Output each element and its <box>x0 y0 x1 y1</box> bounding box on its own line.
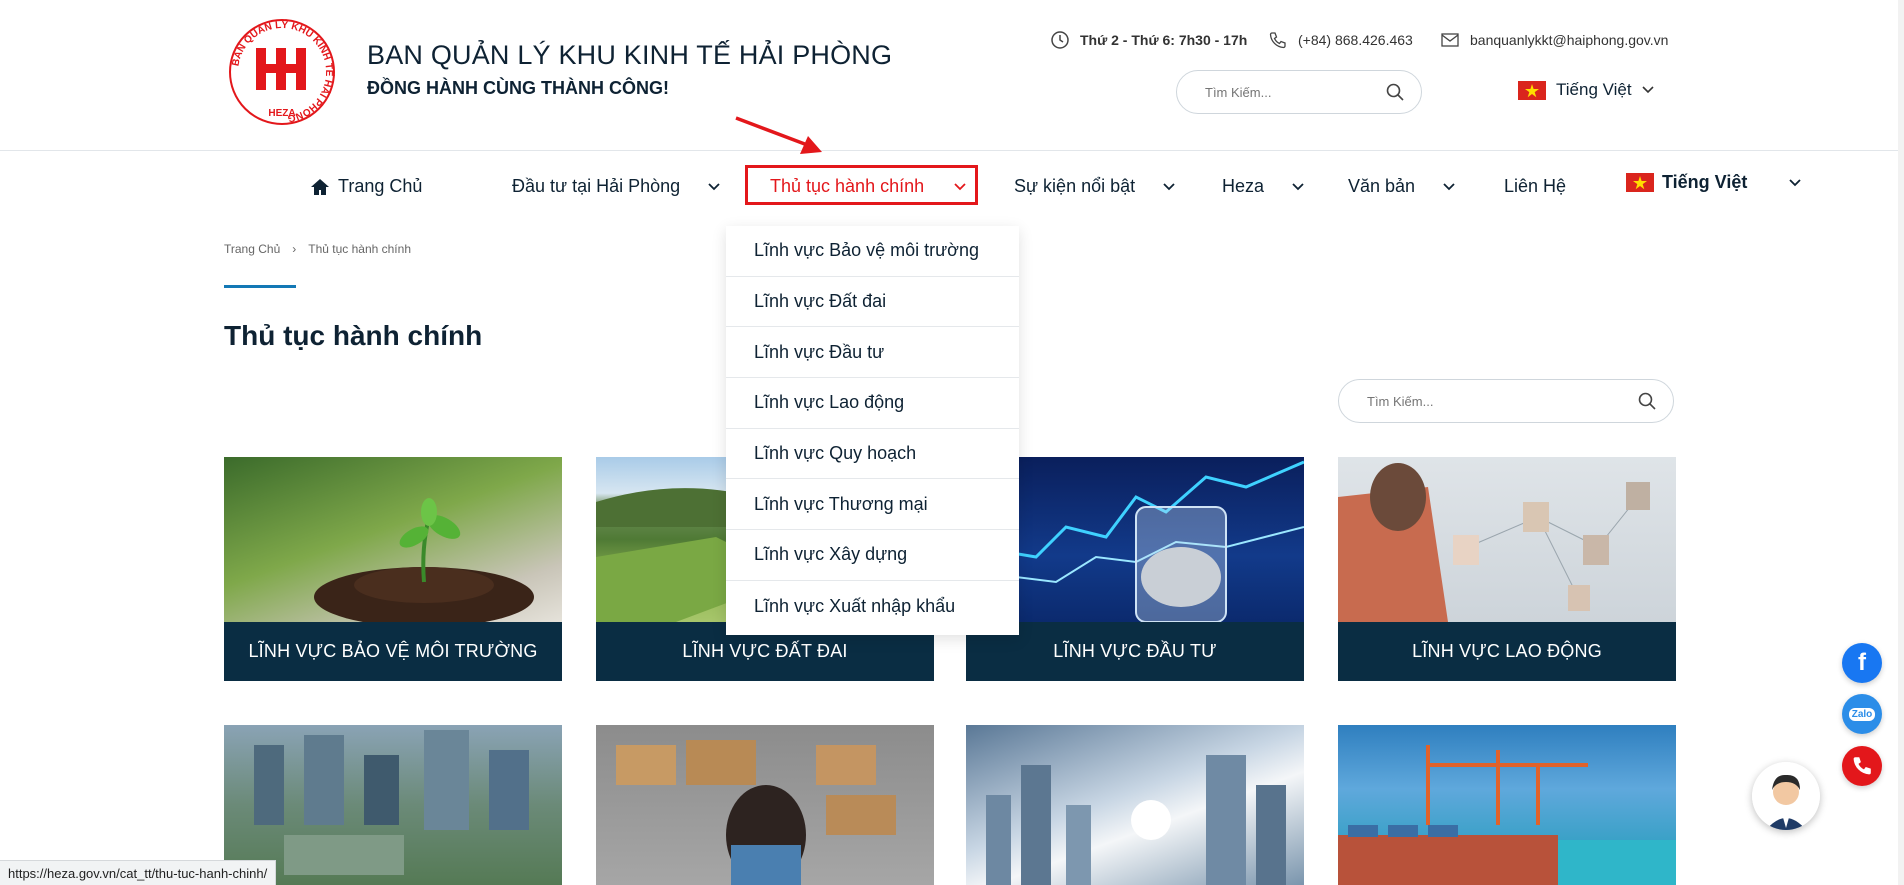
breadcrumb-home[interactable]: Trang Chủ <box>224 242 280 256</box>
zalo-icon: Zalo <box>1848 707 1876 721</box>
nav-procedures-label: Thủ tục hành chính <box>770 176 925 196</box>
nav-invest-label: Đầu tư tại Hải Phòng <box>512 176 681 196</box>
phone-text[interactable]: (+84) 868.426.463 <box>1298 32 1413 48</box>
heza-logo[interactable]: BAN QUẢN LÝ KHU KINH TẾ HẢI PHÒNG HEZA <box>224 14 340 130</box>
annotation-arrow-icon <box>735 116 822 154</box>
site-slogan: ĐỒNG HÀNH CÙNG THÀNH CÔNG! <box>367 78 669 98</box>
phone-icon <box>1269 32 1286 49</box>
card-environment[interactable]: LĨNH VỰC BẢO VỆ MÔI TRƯỜNG <box>224 457 562 681</box>
phone-contact[interactable]: (+84) 868.426.463 <box>1268 30 1413 50</box>
clock-icon <box>1051 31 1069 49</box>
nav-contact-label: Liên Hệ <box>1504 176 1567 196</box>
dropdown-item-commerce[interactable]: Lĩnh vực Thương mại <box>726 479 1019 531</box>
phone-icon <box>1853 757 1871 775</box>
dropdown-item-investment[interactable]: Lĩnh vực Đầu tư <box>726 327 1019 379</box>
card-labor[interactable]: LĨNH VỰC LAO ĐỘNG <box>1338 457 1676 681</box>
chevron-down-icon <box>1292 182 1304 190</box>
card-image-people-network <box>1338 457 1676 622</box>
email-text[interactable]: banquanlykkt@haiphong.gov.vn <box>1470 32 1668 48</box>
nav-heza[interactable]: Heza <box>1222 176 1304 197</box>
card-image-port <box>1338 725 1676 885</box>
breadcrumb-underline <box>224 285 296 288</box>
call-button[interactable] <box>1842 746 1882 786</box>
language-label: Tiếng Việt <box>1556 80 1632 99</box>
card-caption: LĨNH VỰC LAO ĐỘNG <box>1338 622 1676 681</box>
card-construction[interactable] <box>966 725 1304 885</box>
header-divider <box>0 150 1904 151</box>
page-scrollbar[interactable] <box>1898 0 1904 885</box>
card-image-skyline <box>966 725 1304 885</box>
dropdown-item-planning[interactable]: Lĩnh vực Quy hoạch <box>726 429 1019 480</box>
card-image-boxes <box>596 725 934 885</box>
chevron-down-icon <box>954 182 966 190</box>
breadcrumb-current: Thủ tục hành chính <box>308 242 411 256</box>
dropdown-item-import-export[interactable]: Lĩnh vực Xuất nhập khẩu <box>726 581 1019 632</box>
nav-home-label: Trang Chủ <box>338 176 423 196</box>
nav-heza-label: Heza <box>1222 176 1265 196</box>
nav-home[interactable]: Trang Chủ <box>310 176 422 197</box>
card-commerce[interactable] <box>596 725 934 885</box>
hours-text: Thứ 2 - Thứ 6: 7h30 - 17h <box>1080 32 1248 48</box>
nav-language-label: Tiếng Việt <box>1662 172 1748 192</box>
vietnam-flag-icon <box>1518 80 1546 100</box>
card-image-plant <box>224 457 562 622</box>
card-import-export[interactable] <box>1338 725 1676 885</box>
procedures-dropdown: Lĩnh vực Bảo vệ môi trường Lĩnh vực Đất … <box>726 226 1019 635</box>
chevron-down-icon <box>1443 182 1455 190</box>
nav-procedures[interactable]: Thủ tục hành chính <box>770 176 966 197</box>
zalo-button[interactable]: Zalo <box>1842 694 1882 734</box>
svg-text:HEZA: HEZA <box>268 108 295 119</box>
dropdown-item-environment[interactable]: Lĩnh vực Bảo vệ môi trường <box>726 226 1019 277</box>
home-icon <box>311 178 329 195</box>
page-title: Thủ tục hành chính <box>224 320 483 351</box>
header-search[interactable] <box>1176 70 1422 114</box>
breadcrumb: Trang Chủ › Thủ tục hành chính <box>224 242 411 256</box>
content-search[interactable] <box>1338 379 1674 423</box>
vietnam-flag-icon <box>1626 173 1654 192</box>
email-contact[interactable]: banquanlykkt@haiphong.gov.vn <box>1440 30 1668 50</box>
nav-events[interactable]: Sự kiện nổi bật <box>1014 176 1175 197</box>
working-hours: Thứ 2 - Thứ 6: 7h30 - 17h <box>1050 30 1247 50</box>
dropdown-item-labor[interactable]: Lĩnh vực Lao động <box>726 378 1019 429</box>
search-icon[interactable] <box>1385 82 1405 102</box>
dropdown-item-land[interactable]: Lĩnh vực Đất đai <box>726 277 1019 328</box>
nav-events-label: Sự kiện nổi bật <box>1014 176 1136 196</box>
facebook-button[interactable]: f <box>1842 643 1882 683</box>
nav-language[interactable]: Tiếng Việt <box>1626 172 1801 193</box>
nav-documents-label: Văn bản <box>1348 176 1416 196</box>
nav-invest[interactable]: Đầu tư tại Hải Phòng <box>512 176 720 197</box>
nav-contact[interactable]: Liên Hệ <box>1504 176 1566 197</box>
chevron-down-icon <box>1789 178 1801 186</box>
chevron-down-icon <box>1163 182 1175 190</box>
card-caption: LĨNH VỰC BẢO VỆ MÔI TRƯỜNG <box>224 622 562 681</box>
search-icon[interactable] <box>1637 391 1657 411</box>
mail-icon <box>1441 33 1459 47</box>
nav-documents[interactable]: Văn bản <box>1348 176 1455 197</box>
chat-assistant-avatar[interactable] <box>1752 762 1820 830</box>
facebook-icon: f <box>1858 649 1866 676</box>
dropdown-item-construction[interactable]: Lĩnh vực Xây dựng <box>726 530 1019 581</box>
status-bar-url: https://heza.gov.vn/cat_tt/thu-tuc-hanh-… <box>0 860 277 885</box>
chevron-down-icon <box>1642 86 1654 94</box>
breadcrumb-separator: › <box>292 242 297 256</box>
header-search-input[interactable] <box>1203 83 1385 101</box>
chevron-down-icon <box>708 182 720 190</box>
language-selector-top[interactable]: Tiếng Việt <box>1518 80 1654 100</box>
site-title: BAN QUẢN LÝ KHU KINH TẾ HẢI PHÒNG <box>367 40 893 70</box>
content-search-input[interactable] <box>1365 392 1637 410</box>
